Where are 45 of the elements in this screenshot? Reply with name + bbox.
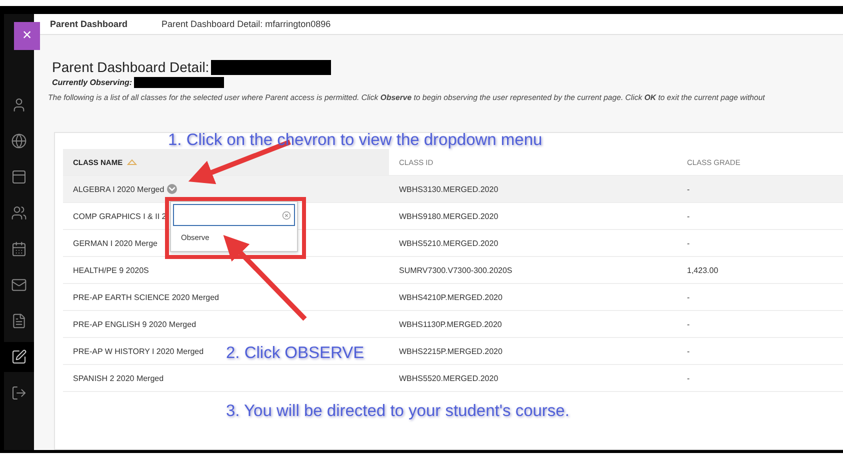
table-cell-text: SUMRV7300.V7300-300.2020S	[398, 264, 514, 276]
table-cell-text: WBHS5520.MERGED.2020	[398, 372, 500, 384]
table-cell-text: -	[686, 318, 691, 330]
chevron-icon[interactable]	[167, 184, 178, 194]
class-name-link[interactable]: PRE-AP W HISTORY I 2020 Merged	[73, 346, 204, 356]
table-cell-text: 1,423.00	[686, 264, 720, 276]
person-icon	[11, 97, 27, 113]
class-name-link[interactable]: GERMAN I 2020 Merge	[73, 238, 158, 248]
table-cell-text: WBHS1130P.MERGED.2020	[398, 318, 503, 330]
breadcrumb[interactable]: Parent Dashboard	[50, 19, 128, 29]
table-cell-text: -	[686, 292, 691, 304]
instruction-text: 1. Click on the chevron to view the dropdown menu	[168, 131, 542, 150]
calendar-icon	[11, 241, 27, 257]
edit-icon	[11, 349, 27, 365]
table-cell-text: WBHS3130.MERGED.2020	[398, 184, 500, 196]
page-title: Parent Dashboard Detail:	[52, 59, 210, 75]
instruction-text: 3. You will be directed to your student's course.	[226, 402, 570, 421]
globe-icon	[11, 133, 27, 149]
table-cell-text: WBHS4210P.MERGED.2020	[398, 292, 504, 304]
clear-icon[interactable]	[282, 210, 291, 220]
observing-label: Currently Observing:	[52, 78, 132, 87]
table-cell-text: -	[686, 238, 691, 250]
class-name-link[interactable]: SPANISH 2 2020 Merged	[73, 374, 164, 382]
class-name-link[interactable]: PRE-AP ENGLISH 9 2020 Merged	[73, 320, 196, 328]
instruction-text: 2. Click OBSERVE	[226, 344, 364, 363]
table-cell-text: -	[686, 210, 691, 222]
breadcrumb[interactable]: Parent Dashboard Detail: mfarrington0896	[162, 19, 331, 29]
table-cell-text: -	[686, 372, 691, 384]
people-icon	[11, 205, 27, 221]
mail-icon	[11, 277, 27, 293]
sidebar-item[interactable]	[4, 342, 34, 372]
close-button[interactable]: ×	[14, 22, 40, 50]
table-cell-text: -	[686, 346, 691, 358]
table-cell-text: WBHS9180.MERGED.2020	[398, 210, 500, 222]
class-name-link[interactable]: HEALTH/PE 9 2020S	[73, 266, 149, 274]
class-name-link[interactable]: ALGEBRA I 2020 Merged	[73, 184, 164, 194]
table-cell-text: WBHS2215P.MERGED.2020	[398, 346, 504, 358]
logout-icon	[11, 385, 27, 401]
table-cell-text: -	[686, 184, 691, 196]
panel-icon	[11, 169, 27, 185]
search-field[interactable]	[173, 204, 295, 226]
document-icon	[11, 313, 27, 329]
sort-icon	[126, 159, 137, 165]
class-name-link[interactable]: PRE-AP EARTH SCIENCE 2020 Merged	[73, 292, 219, 302]
table-cell-text: WBHS5210.MERGED.2020	[398, 238, 500, 250]
